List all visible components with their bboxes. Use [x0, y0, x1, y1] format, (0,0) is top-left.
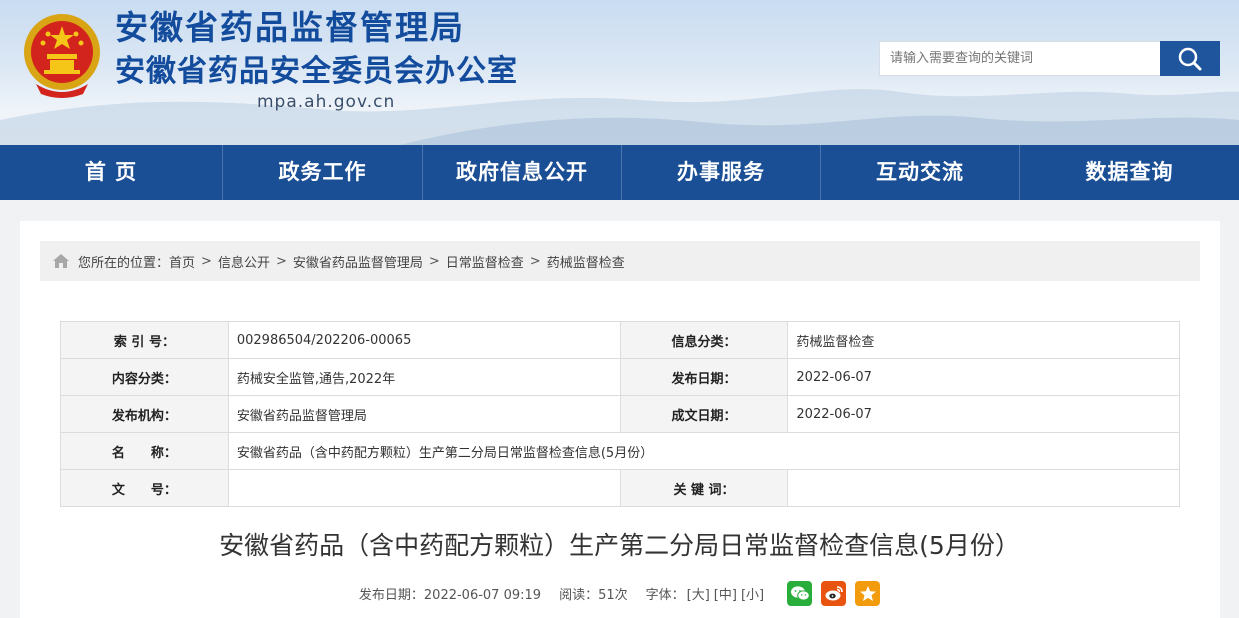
breadcrumb-prefix: 您所在的位置： — [78, 255, 170, 271]
home-icon — [53, 254, 69, 268]
content-category-label: 内容分类： — [60, 358, 229, 396]
breadcrumb-separator: > — [428, 253, 440, 269]
table-row: 内容分类： 药械安全监管,通告,2022年 发布日期： 2022-06-07 — [60, 358, 1180, 396]
article-title: 安徽省药品（含中药配方颗粒）生产第二分局日常监督检查信息(5月份） — [219, 531, 1020, 560]
font-size-label: 字体： — [645, 587, 685, 603]
written-date-label: 成文日期： — [619, 395, 789, 433]
site-header: 安徽省药品监督管理局 安徽省药品安全委员会办公室 mpa.ah.gov.cn — [0, 0, 1239, 145]
info-category-label: 信息分类： — [619, 321, 789, 359]
publish-date-label: 发布日期： — [619, 358, 789, 396]
metadata-table: 索 引 号： 002986504/202206-00065 信息分类： 药械监督… — [60, 321, 1181, 507]
breadcrumb-drug-device-inspection[interactable]: 药械监督检查 — [547, 252, 625, 271]
publisher-label: 发布机构： — [60, 395, 229, 433]
search-input[interactable] — [879, 41, 1161, 76]
article-info-bar: 发布日期：2022-06-07 09:19 阅读：51次 字体： [大] [中]… — [0, 580, 1239, 606]
written-date-value: 2022-06-07 — [787, 395, 1180, 433]
table-row: 索 引 号： 002986504/202206-00065 信息分类： 药械监督… — [60, 321, 1180, 359]
nav-item-info-disclosure[interactable]: 政府信息公开 — [423, 145, 622, 200]
nav-item-interaction[interactable]: 互动交流 — [821, 145, 1020, 200]
table-row: 发布机构： 安徽省药品监督管理局 成文日期： 2022-06-07 — [60, 395, 1180, 433]
main-nav: 首 页 政务工作 政府信息公开 办事服务 互动交流 数据查询 — [0, 145, 1239, 200]
breadcrumb-bureau[interactable]: 安徽省药品监督管理局 — [293, 252, 423, 271]
wechat-icon — [790, 585, 810, 601]
font-size-large-button[interactable]: [大] — [687, 584, 710, 603]
share-weibo-button[interactable] — [821, 580, 847, 606]
site-title-secondary: 安徽省药品安全委员会办公室 — [115, 54, 518, 89]
site-title-primary: 安徽省药品监督管理局 — [115, 8, 465, 47]
publish-date-value: 2022-06-07 — [787, 358, 1180, 396]
site-domain: mpa.ah.gov.cn — [257, 92, 396, 112]
share-wechat-button[interactable] — [787, 580, 813, 606]
article-publish-info: 发布日期：2022-06-07 09:19 — [358, 587, 542, 603]
info-category-value: 药械监督检查 — [787, 321, 1180, 359]
breadcrumb-separator: > — [275, 253, 287, 269]
keywords-label: 关 键 词： — [619, 469, 789, 507]
document-number-value — [227, 469, 621, 507]
weibo-icon — [825, 585, 843, 600]
breadcrumb-separator: > — [201, 253, 212, 269]
article-read-count: 阅读：51次 — [559, 587, 628, 603]
document-number-label: 文 号： — [60, 469, 229, 507]
keywords-value — [787, 469, 1180, 507]
star-icon — [859, 585, 876, 601]
nav-item-data-query[interactable]: 数据查询 — [1020, 145, 1239, 200]
document-name-value: 安徽省药品（含中药配方颗粒）生产第二分局日常监督检查信息(5月份） — [227, 432, 1181, 470]
index-number-value: 002986504/202206-00065 — [227, 321, 621, 359]
nav-item-government-work[interactable]: 政务工作 — [223, 145, 423, 200]
index-number-label: 索 引 号： — [60, 321, 229, 359]
table-row: 名 称： 安徽省药品（含中药配方颗粒）生产第二分局日常监督检查信息(5月份） — [60, 432, 1181, 470]
search-button[interactable] — [1160, 41, 1220, 76]
content-category-value: 药械安全监管,通告,2022年 — [227, 358, 621, 396]
font-size-small-button[interactable]: [小] — [741, 584, 764, 603]
table-row: 文 号： 关 键 词： — [60, 469, 1180, 507]
nav-item-services[interactable]: 办事服务 — [622, 145, 821, 200]
add-favorite-button[interactable] — [855, 580, 881, 606]
nav-item-home[interactable]: 首 页 — [0, 145, 223, 200]
breadcrumb-daily-inspection[interactable]: 日常监督检查 — [446, 252, 524, 271]
publisher-value: 安徽省药品监督管理局 — [227, 395, 621, 433]
document-name-label: 名 称： — [60, 432, 229, 470]
breadcrumb-separator: > — [529, 253, 541, 269]
breadcrumb-info-disclosure[interactable]: 信息公开 — [218, 252, 270, 271]
breadcrumb: 您所在的位置： 首页 > 信息公开 > 安徽省药品监督管理局 > 日常监督检查 … — [40, 241, 1200, 281]
national-emblem-icon — [24, 14, 100, 98]
breadcrumb-home[interactable]: 首页 — [169, 252, 195, 271]
font-size-medium-button[interactable]: [中] — [714, 584, 737, 603]
search-icon — [1178, 47, 1202, 70]
